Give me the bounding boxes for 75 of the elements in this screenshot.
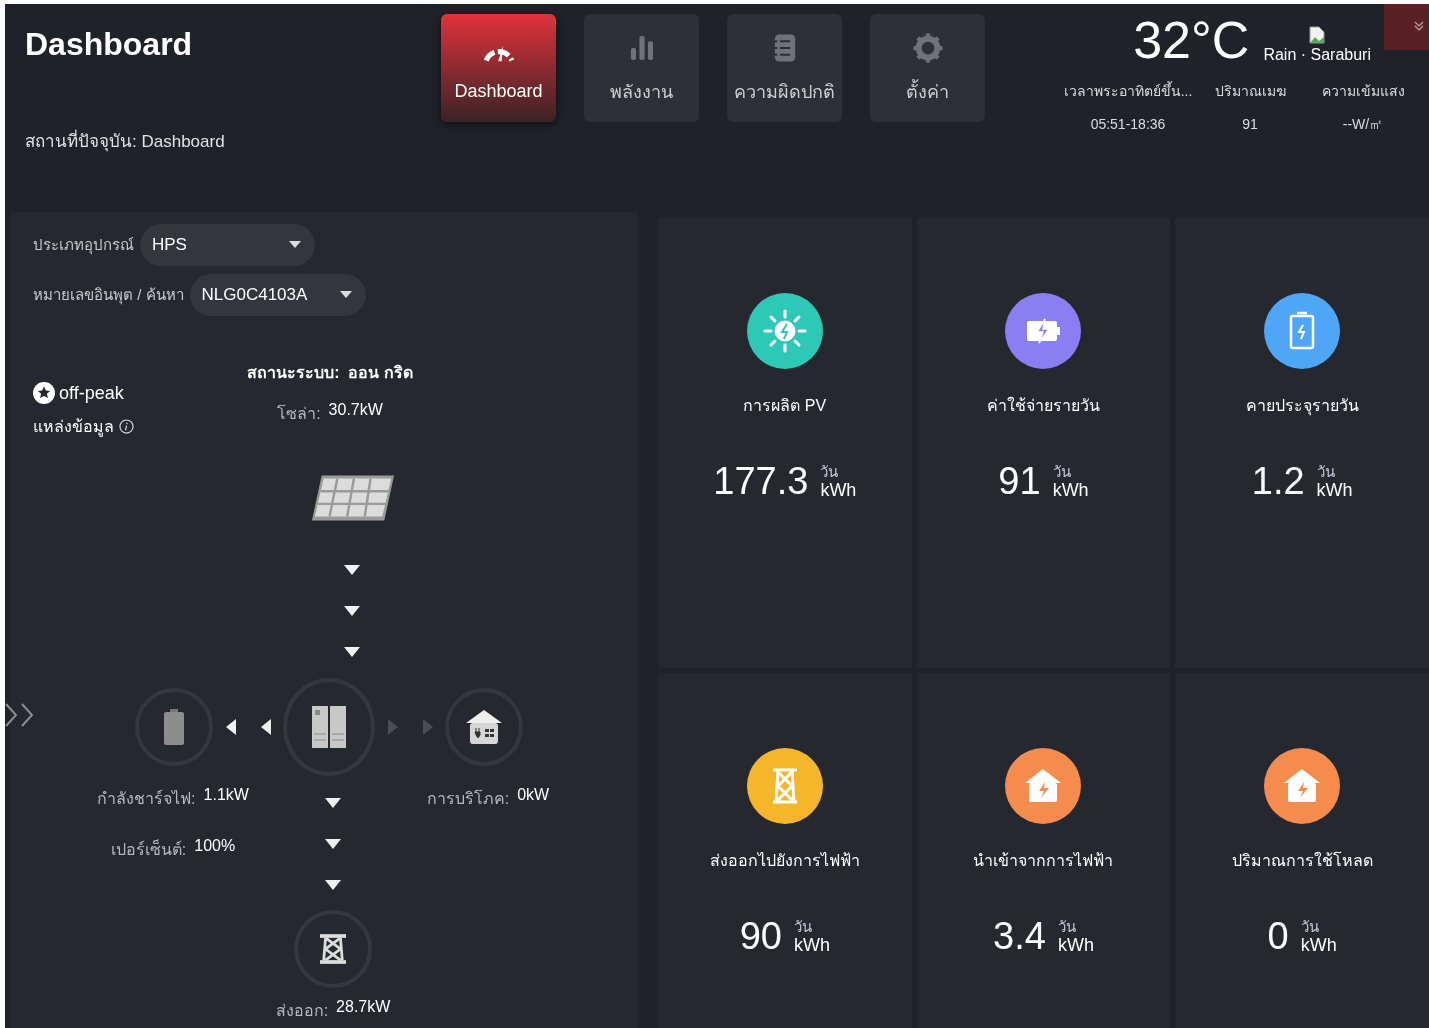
tariff-label: off-peak: [59, 382, 124, 404]
stat-label: ปริมาณการใช้โหลด: [1231, 850, 1373, 871]
stat-value: 0: [1267, 915, 1289, 958]
stat-unit: kWh: [1316, 479, 1353, 501]
battery-reading-label: เปอร์เซ็นต์:: [110, 838, 187, 860]
stat-label: ค่าใช้จ่ายรายวัน: [987, 395, 1100, 416]
stat-period: วัน: [820, 462, 840, 480]
stat-label: นำเข้าจากการไฟฟ้า: [973, 851, 1114, 871]
battery-node[interactable]: [135, 688, 213, 766]
solar-value: 30.7kW: [328, 401, 383, 420]
stat-value: 1.2: [1251, 460, 1305, 503]
battery-reading-value: 100%: [194, 837, 236, 856]
pylon-icon: [746, 748, 823, 824]
inverter-node[interactable]: [283, 678, 375, 776]
grid-value: 28.7kW: [336, 998, 391, 1017]
nav-tab[interactable]: พลังงาน: [584, 14, 699, 122]
stat-unit: kWh: [1052, 479, 1089, 501]
stat-label: การผลิต PV: [743, 396, 827, 416]
house-icon: [466, 710, 502, 744]
stat-value: 90: [739, 915, 782, 958]
battery-reading-label: กำลังชาร์จไฟ:: [97, 788, 196, 809]
page-title: Dashboard: [25, 26, 193, 63]
breadcrumb: สถานที่ปัจจุบัน: Dashboard: [25, 127, 225, 154]
stat-value: 91: [998, 460, 1041, 503]
stat-unit: kWh: [1057, 934, 1094, 956]
battery-icon: [1264, 293, 1341, 369]
grid-label: ส่งออก:: [275, 1001, 329, 1021]
home-node[interactable]: [445, 688, 523, 766]
sun-icon: [746, 293, 823, 369]
stat-period: วัน: [1300, 917, 1320, 935]
nav-tab[interactable]: Dashboard: [441, 14, 556, 122]
stat-unit: kWh: [820, 479, 857, 501]
stat-period: วัน: [1057, 917, 1077, 935]
load-value: 0kW: [517, 786, 550, 805]
stat-unit: kWh: [793, 934, 830, 956]
broken-image-icon: [1309, 26, 1326, 44]
battery-icon: [164, 709, 184, 745]
temperature: 32°C: [1133, 14, 1250, 68]
stat-value: 177.3: [713, 460, 809, 503]
info-icon[interactable]: [119, 419, 134, 434]
caret-icon: [289, 241, 301, 249]
data-source-link[interactable]: แหล่งข้อมูล: [33, 414, 114, 439]
filter-label: หมายเลขอินพุต / ค้นหา: [33, 285, 184, 307]
nav-tab[interactable]: ตั้งค่า: [870, 14, 985, 122]
battery-charge-icon: [1005, 293, 1082, 369]
weather-condition: Rain · Saraburi: [1263, 46, 1371, 64]
stat-unit: kWh: [1300, 934, 1337, 956]
stat-label: คายประจุรายวัน: [1245, 396, 1359, 418]
solar-label: โซล่า:: [277, 403, 321, 424]
pylon-icon: [320, 932, 346, 966]
grid-node[interactable]: [294, 910, 372, 988]
stat-period: วัน: [793, 917, 813, 935]
stat-label: ส่งออกไปยังการไฟฟ้า: [709, 851, 860, 871]
caret-icon: [339, 291, 352, 299]
cabinet-icon: [312, 706, 346, 748]
chevron-down-icon: [1413, 20, 1425, 32]
house-icon: [1005, 748, 1082, 824]
house-icon: [1264, 748, 1341, 824]
filter-label: ประเภทอุปกรณ์: [33, 235, 134, 257]
weather-stat-label: เวลาพระอาทิตย์ขึ้น...: [1063, 80, 1193, 101]
select-field[interactable]: NLG0C4103A: [189, 274, 366, 316]
stat-period: วัน: [1052, 462, 1072, 480]
weather-stat-value: 91: [1242, 116, 1258, 132]
weather-stat-value: 05:51-18:36: [1090, 116, 1166, 132]
stat-value: 3.4: [993, 915, 1046, 958]
weather-stat-label: ปริมาณเมฆ: [1214, 82, 1286, 101]
weather-stat-value: --W/㎡: [1342, 116, 1384, 134]
battery-reading-value: 1.1kW: [203, 786, 249, 805]
select-field[interactable]: HPS: [140, 224, 315, 266]
system-status: สถานะระบบ: ออน กริด: [247, 363, 413, 383]
nav-tab[interactable]: ความผิดปกติ: [727, 14, 842, 122]
weather-stat-label: ความเข้มแสง: [1321, 82, 1405, 101]
stat-period: วัน: [1316, 462, 1336, 480]
star-badge-icon: [33, 382, 55, 404]
load-label: การบริโภค:: [426, 788, 510, 809]
